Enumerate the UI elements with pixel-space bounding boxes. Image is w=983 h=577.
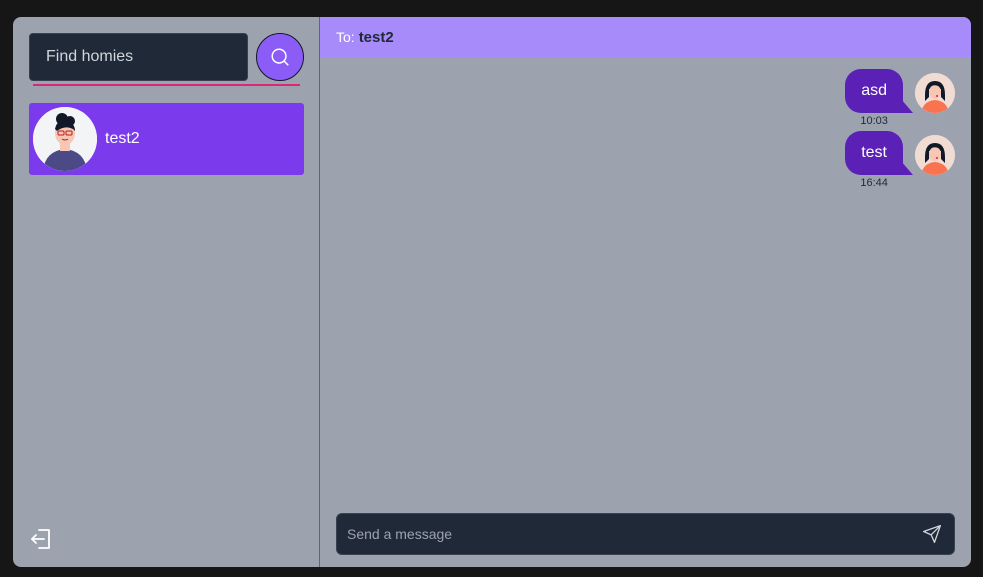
male-avatar-icon [33,107,97,171]
contact-name: test2 [105,130,140,147]
search-row [29,33,304,81]
message-composer [336,513,955,555]
chat-app: test2 To: test2 asd 10:03 [13,17,971,567]
logout-button[interactable] [29,527,53,551]
recipient-prefix: To: [336,29,355,45]
message-input[interactable] [337,526,922,542]
send-icon [923,525,941,543]
message-time: 10:03 [860,115,888,127]
message-list: asd 10:03 test 16:44 [845,69,955,193]
message-item: asd 10:03 [845,69,955,127]
female-avatar-icon [915,73,955,113]
contact-item-test2[interactable]: test2 [29,103,304,175]
search-icon [271,48,289,66]
message-item: test 16:44 [845,131,955,189]
search-underline [33,84,300,86]
chat-header: To: test2 [320,17,971,57]
message-time: 16:44 [860,177,888,189]
send-button[interactable] [922,524,942,544]
search-button[interactable] [256,33,304,81]
recipient-name: test2 [358,28,394,46]
message-bubble: test [845,131,913,175]
female-avatar-icon [915,135,955,175]
chat-panel: To: test2 asd 10:03 test 16:44 Send a me… [320,17,971,567]
message-bubble: asd [845,69,913,113]
search-input[interactable] [29,33,248,81]
sidebar: test2 [13,17,320,567]
logout-icon [31,529,50,549]
